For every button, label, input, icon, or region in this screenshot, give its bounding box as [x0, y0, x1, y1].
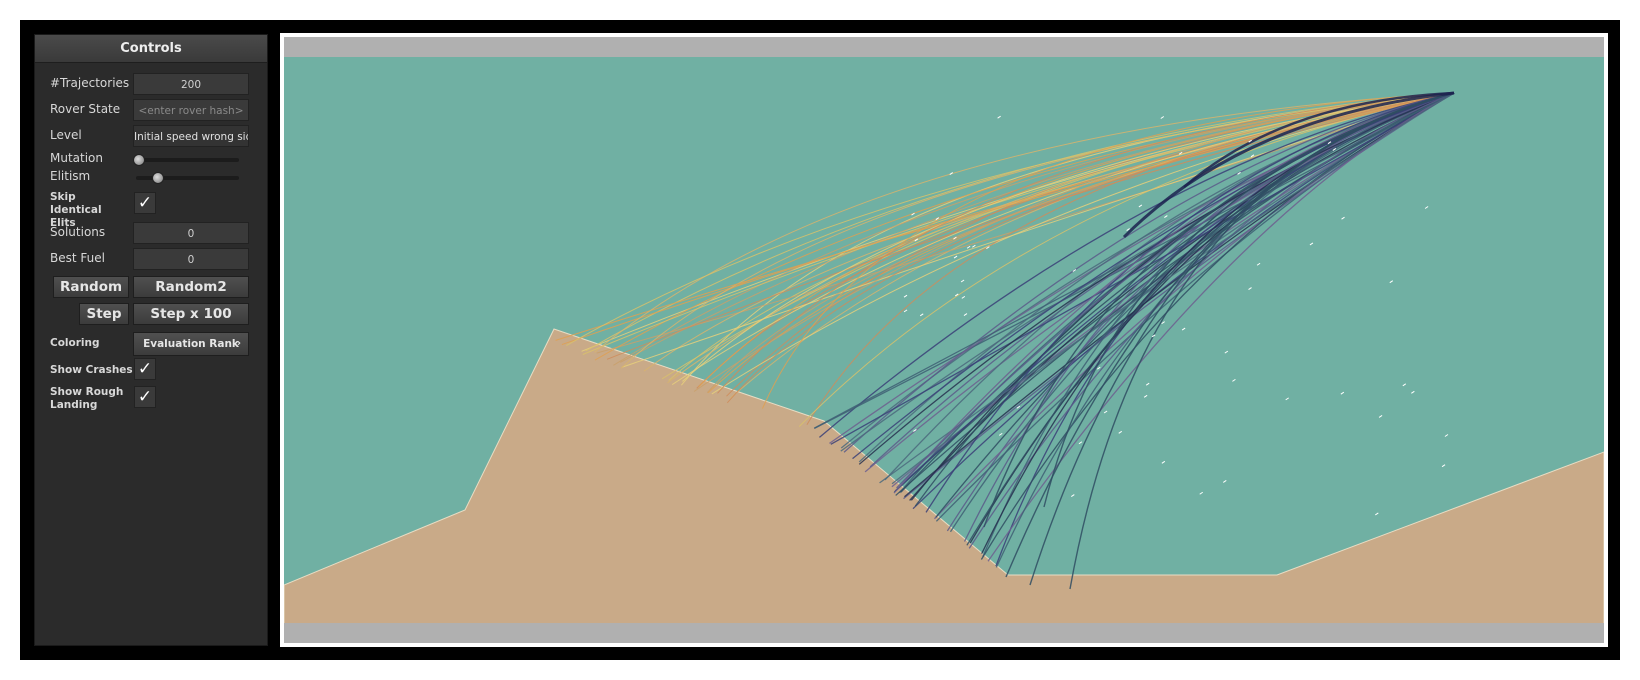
trajectories-label: #Trajectories: [50, 76, 130, 90]
chevron-right-icon: ›: [236, 338, 241, 349]
best-fuel-value: 0: [133, 248, 249, 270]
show-crashes-label: Show Crashes: [50, 364, 133, 376]
panel-title: Controls: [35, 35, 267, 63]
mutation-slider-knob[interactable]: [133, 154, 146, 166]
level-select[interactable]: Initial speed wrong side: [133, 125, 249, 147]
show-crashes-checkbox[interactable]: ✓: [134, 358, 156, 380]
top-bar: [284, 37, 1604, 57]
coloring-label: Coloring: [50, 337, 100, 349]
controls-panel: Controls #Trajectories 200 Rover State <…: [35, 35, 267, 645]
simulation-canvas[interactable]: [280, 33, 1608, 647]
random-button[interactable]: Random: [53, 276, 129, 298]
rover-state-input[interactable]: <enter rover hash>: [133, 99, 249, 121]
mutation-slider-track[interactable]: [136, 158, 239, 162]
coloring-value: Evaluation Rank: [143, 338, 239, 350]
skip-identical-checkbox[interactable]: ✓: [134, 192, 156, 214]
solutions-value: 0: [133, 222, 249, 244]
solutions-label: Solutions: [50, 225, 106, 239]
show-rough-landing-label: Show Rough Landing: [50, 386, 124, 411]
step-button[interactable]: Step: [79, 303, 129, 325]
rover-state-label: Rover State: [50, 102, 121, 116]
level-label: Level: [50, 128, 82, 142]
show-rough-landing-checkbox[interactable]: ✓: [134, 386, 156, 408]
step100-button[interactable]: Step x 100: [133, 303, 249, 325]
mutation-label: Mutation: [50, 151, 104, 165]
best-fuel-label: Best Fuel: [50, 251, 105, 265]
bottom-bar: [284, 623, 1604, 643]
simulation-scene: [284, 37, 1604, 643]
elitism-slider-knob[interactable]: [151, 172, 164, 184]
coloring-select[interactable]: Evaluation Rank ›: [133, 332, 249, 356]
elitism-label: Elitism: [50, 169, 91, 183]
random2-button[interactable]: Random2: [133, 276, 249, 298]
trajectories-input[interactable]: 200: [133, 73, 249, 95]
